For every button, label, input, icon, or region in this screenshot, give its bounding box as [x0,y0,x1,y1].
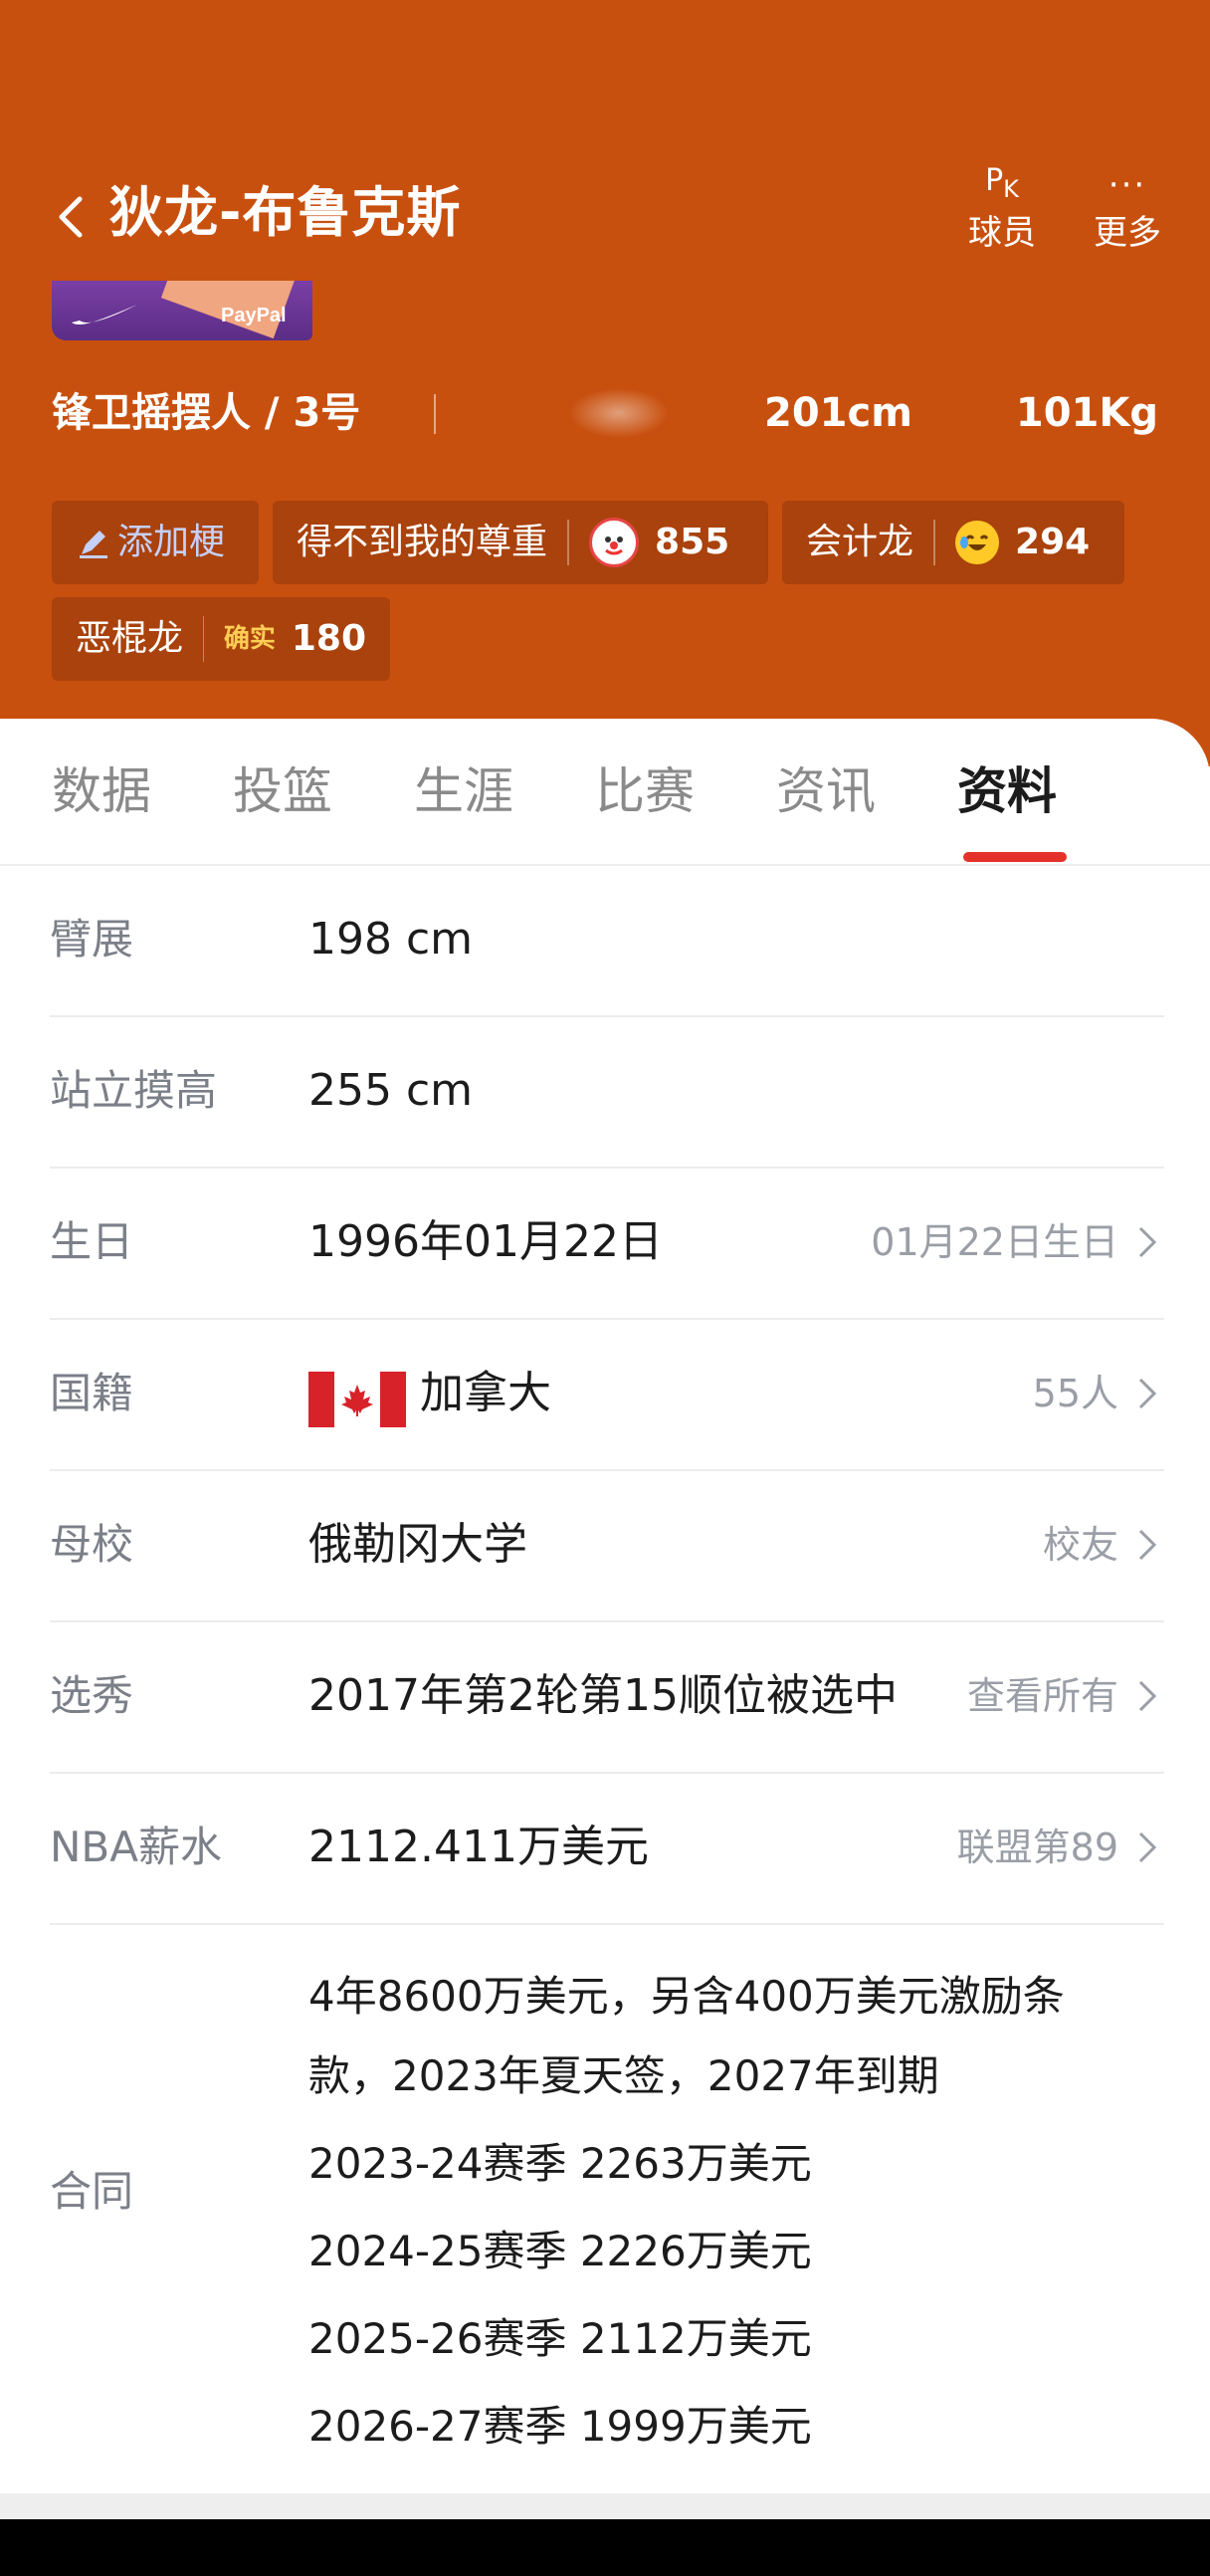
add-meme-button[interactable]: 添加梗 [52,501,259,584]
pk-icon: PK [985,163,1019,204]
tab-bar: 数据 投篮 生涯 比赛 资讯 资料 [0,719,1210,866]
more-button[interactable]: ··· 更多 [1073,159,1182,255]
chevron-left-icon [59,196,83,238]
row-link[interactable]: 校友 [1043,1515,1158,1575]
tab-stats[interactable]: 数据 [52,756,151,826]
player-weight: 101Kg [1015,390,1158,436]
active-tab-indicator [963,852,1067,862]
profile-sheet: 数据 投篮 生涯 比赛 资讯 资料 臂展 198 cm 站立摸高 255 cm … [0,719,1210,2490]
row-label: 生日 [50,1217,134,1266]
clown-emoji-icon [589,518,640,567]
tab-profile[interactable]: 资料 [957,756,1057,826]
divider [434,394,436,434]
meme-tag[interactable]: 得不到我的尊重 855 [273,501,768,584]
meme-tag[interactable]: 恶棍龙 确实 180 [52,597,390,681]
more-label: 更多 [1094,213,1161,253]
profile-row-birthday[interactable]: 生日 1996年01月22日 01月22日生日 [50,1167,1164,1320]
row-value: 1996年01月22日 [308,1216,663,1267]
profile-row-standing-reach: 站立摸高 255 cm [50,1015,1164,1169]
player-basic-info: 锋卫摇摆人 / 3号 201cm 101Kg [52,378,1158,448]
tab-news[interactable]: 资讯 [776,756,876,826]
tab-shooting[interactable]: 投篮 [233,756,332,826]
player-jersey-image: PayPal [52,281,312,340]
pk-player-button[interactable]: PK 球员 [947,159,1057,255]
profile-row-contract: 合同 4年8600万美元，另含400万美元激励条 款，2023年夏天签，2027… [50,1923,1164,2461]
row-value: 255 cm [308,1065,474,1116]
jersey-sponsor: PayPal [221,305,287,326]
row-label: 选秀 [50,1671,134,1720]
player-height: 201cm [764,390,912,436]
row-label: 臂展 [50,915,134,964]
team-logo-blurred [569,388,669,438]
chevron-right-icon [1138,1378,1157,1409]
contract-season: 2024-25赛季 2226万美元 [308,2227,812,2275]
chevron-right-icon [1138,1529,1157,1561]
badge-icon: 确实 [223,624,276,654]
row-value: 198 cm [308,914,474,965]
chevron-right-icon [1138,1226,1157,1258]
profile-row-wingspan: 臂展 198 cm [50,864,1164,1017]
canada-flag-icon [308,1372,406,1427]
player-position: 锋卫摇摆人 / 3号 [52,390,361,436]
profile-row-college[interactable]: 母校 俄勒冈大学 校友 [50,1469,1164,1622]
row-label: 合同 [50,2167,134,2216]
player-header: PayPal 狄龙-布鲁克斯 PK 球员 ··· 更多 锋卫摇摆人 / 3号 2… [0,0,1210,766]
row-label: 母校 [50,1520,134,1569]
system-nav-bar [0,2519,1210,2576]
contract-season: 2023-24赛季 2263万美元 [308,2139,812,2188]
row-value: 加拿大 [420,1368,551,1418]
pk-player-label: 球员 [968,213,1036,253]
meme-tag[interactable]: 会计龙 294 [782,501,1124,584]
contract-summary-line: 款，2023年夏天签，2027年到期 [308,2051,939,2100]
row-value: 2112.411万美元 [308,1822,649,1872]
profile-row-draft[interactable]: 选秀 2017年第2轮第15顺位被选中 查看所有 [50,1620,1164,1774]
row-label: NBA薪水 [50,1823,222,1871]
contract-summary-line: 4年8600万美元，另含400万美元激励条 [308,1972,1065,2021]
row-link[interactable]: 查看所有 [967,1666,1158,1726]
pencil-icon [80,531,107,558]
tab-career[interactable]: 生涯 [414,756,513,826]
row-label: 站立摸高 [50,1066,218,1115]
profile-row-nationality[interactable]: 国籍 加拿大 55人 [50,1318,1164,1471]
row-link[interactable]: 01月22日生日 [871,1212,1158,1272]
contract-season: 2026-27赛季 1999万美元 [308,2402,812,2451]
more-icon: ··· [1108,165,1147,205]
chevron-right-icon [1138,1831,1157,1863]
row-value: 俄勒冈大学 [308,1519,527,1570]
tab-games[interactable]: 比赛 [595,756,695,826]
row-value: 2017年第2轮第15顺位被选中 [308,1670,898,1721]
chevron-right-icon [1138,1680,1157,1712]
bottom-spacer [0,2493,1210,2519]
contract-season: 2025-26赛季 2112万美元 [308,2314,812,2363]
row-link[interactable]: 联盟第89 [957,1818,1158,1877]
nike-swoosh-icon [72,305,137,324]
page-title: 狄龙-布鲁克斯 [109,181,462,244]
laugh-cry-emoji-icon [955,521,1000,564]
back-button[interactable] [52,181,101,251]
row-label: 国籍 [50,1369,134,1417]
profile-row-salary[interactable]: NBA薪水 2112.411万美元 联盟第89 [50,1772,1164,1925]
row-link[interactable]: 55人 [1033,1364,1158,1423]
